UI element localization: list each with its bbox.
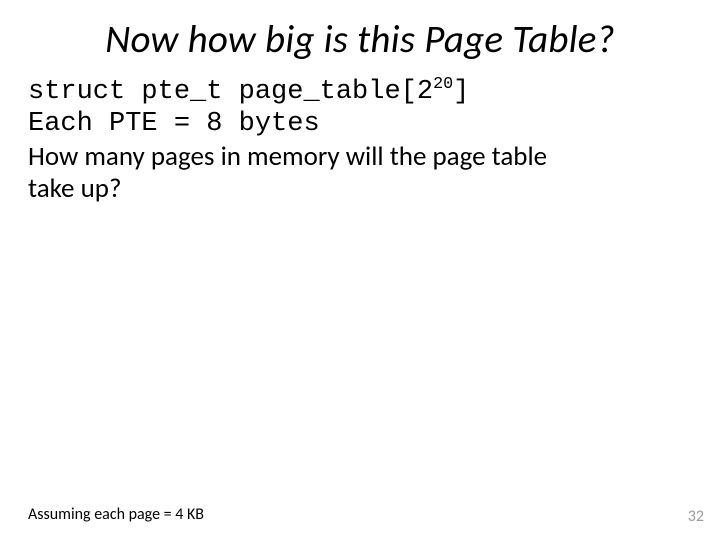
footnote: Assuming each page = 4 KB [28,505,204,524]
question-line-2: take up? [28,173,692,205]
slide: Now how big is this Page Table? struct p… [0,0,720,540]
page-number: 32 [688,507,704,526]
code-pte-line: Each PTE = 8 bytes [28,109,692,141]
code-struct-prefix: struct pte_t page_table[2 [28,77,433,107]
code-struct-line: struct pte_t page_table[220] [28,77,692,109]
slide-body: struct pte_t page_table[220] Each PTE = … [28,77,692,204]
question-line-1: How many pages in memory will the page t… [28,141,692,173]
code-struct-suffix: ] [453,77,469,107]
code-struct-exponent: 20 [433,75,453,94]
slide-title: Now how big is this Page Table? [28,16,692,63]
